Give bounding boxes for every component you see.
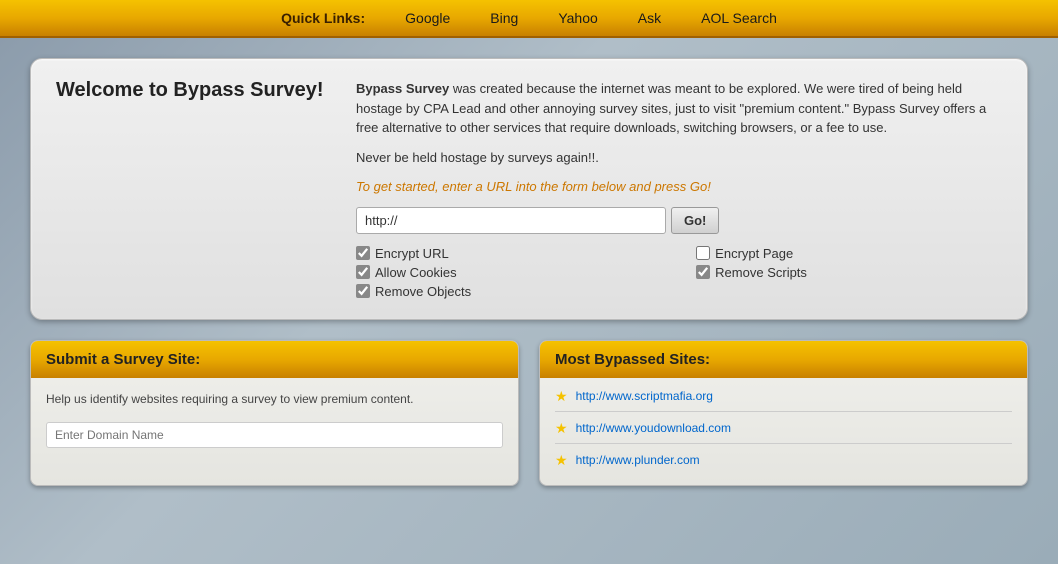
go-button[interactable]: Go!: [671, 207, 719, 234]
allow-cookies-checkbox-label[interactable]: Allow Cookies: [356, 265, 666, 280]
survey-description: Help us identify websites requiring a su…: [46, 390, 503, 408]
nav-link-google[interactable]: Google: [405, 10, 450, 26]
bypassed-link-2[interactable]: http://www.plunder.com: [576, 453, 700, 467]
star-icon-1: ★: [555, 420, 568, 437]
remove-scripts-label: Remove Scripts: [715, 265, 807, 280]
bypassed-link-1[interactable]: http://www.youdownload.com: [576, 421, 731, 435]
allow-cookies-checkbox[interactable]: [356, 265, 370, 279]
bypassed-card-header: Most Bypassed Sites:: [540, 341, 1027, 378]
welcome-cta: To get started, enter a URL into the for…: [356, 177, 1002, 197]
encrypt-url-checkbox-label[interactable]: Encrypt URL: [356, 246, 666, 261]
nav-link-ask[interactable]: Ask: [638, 10, 661, 26]
survey-card-body: Help us identify websites requiring a su…: [31, 378, 518, 460]
encrypt-url-label: Encrypt URL: [375, 246, 449, 261]
remove-objects-checkbox[interactable]: [356, 284, 370, 298]
remove-scripts-checkbox[interactable]: [696, 265, 710, 279]
nav-link-aol[interactable]: AOL Search: [701, 10, 777, 26]
welcome-title: Welcome to Bypass Survey!: [56, 79, 336, 102]
nav-link-yahoo[interactable]: Yahoo: [558, 10, 597, 26]
welcome-body: Bypass Survey was created because the in…: [356, 79, 1002, 138]
welcome-left: Welcome to Bypass Survey!: [56, 79, 336, 299]
welcome-body-text: was created because the internet was mea…: [356, 81, 986, 135]
bottom-section: Submit a Survey Site: Help us identify w…: [30, 340, 1028, 486]
bypassed-item-2: ★ http://www.plunder.com: [555, 452, 1012, 475]
nav-link-bing[interactable]: Bing: [490, 10, 518, 26]
survey-card-header: Submit a Survey Site:: [31, 341, 518, 378]
bypassed-item-1: ★ http://www.youdownload.com: [555, 420, 1012, 444]
remove-objects-label: Remove Objects: [375, 284, 471, 299]
encrypt-page-label: Encrypt Page: [715, 246, 793, 261]
bypassed-list: ★ http://www.scriptmafia.org ★ http://ww…: [540, 378, 1027, 485]
url-form: Go!: [356, 207, 1002, 234]
survey-card: Submit a Survey Site: Help us identify w…: [30, 340, 519, 486]
bypassed-item-0: ★ http://www.scriptmafia.org: [555, 388, 1012, 412]
bypassed-card: Most Bypassed Sites: ★ http://www.script…: [539, 340, 1028, 486]
star-icon-2: ★: [555, 452, 568, 469]
encrypt-url-checkbox[interactable]: [356, 246, 370, 260]
star-icon-0: ★: [555, 388, 568, 405]
encrypt-page-checkbox[interactable]: [696, 246, 710, 260]
allow-cookies-label: Allow Cookies: [375, 265, 457, 280]
remove-scripts-checkbox-label[interactable]: Remove Scripts: [696, 265, 1002, 280]
quick-links-label: Quick Links:: [281, 10, 365, 26]
url-input[interactable]: [356, 207, 666, 234]
top-navigation: Quick Links: Google Bing Yahoo Ask AOL S…: [0, 0, 1058, 38]
domain-name-input[interactable]: [46, 422, 503, 448]
main-content: Welcome to Bypass Survey! Bypass Survey …: [0, 38, 1058, 506]
bypassed-link-0[interactable]: http://www.scriptmafia.org: [576, 389, 713, 403]
encrypt-page-checkbox-label[interactable]: Encrypt Page: [696, 246, 1002, 261]
checkboxes-container: Encrypt URL Encrypt Page Allow Cookies R…: [356, 246, 1002, 299]
remove-objects-checkbox-label[interactable]: Remove Objects: [356, 284, 666, 299]
bypass-survey-bold: Bypass Survey: [356, 81, 449, 96]
welcome-tagline: Never be held hostage by surveys again!!…: [356, 148, 1002, 168]
welcome-right: Bypass Survey was created because the in…: [356, 79, 1002, 299]
survey-description-text: Help us identify websites requiring a su…: [46, 392, 414, 406]
welcome-card: Welcome to Bypass Survey! Bypass Survey …: [30, 58, 1028, 320]
